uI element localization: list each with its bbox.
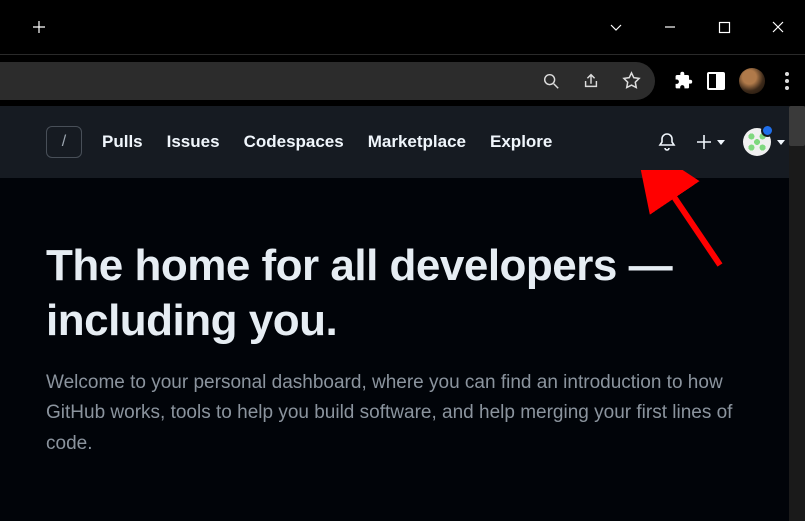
nav-issues[interactable]: Issues [167,132,220,152]
new-tab-button[interactable] [12,7,66,47]
nav-explore[interactable]: Explore [490,132,552,152]
browser-toolbar [0,54,805,106]
github-nav: Pulls Issues Codespaces Marketplace Expl… [102,132,552,152]
notifications-bell-icon[interactable] [657,132,677,152]
bookmark-star-icon[interactable] [621,71,641,91]
close-button[interactable] [751,7,805,47]
search-shortcut-label: / [62,133,66,151]
chevron-down-icon [717,140,725,145]
browser-menu-icon[interactable] [785,72,789,90]
nav-pulls[interactable]: Pulls [102,132,143,152]
nav-marketplace[interactable]: Marketplace [368,132,466,152]
user-menu[interactable] [743,128,785,156]
hero-subtitle: Welcome to your personal dashboard, wher… [46,368,759,459]
search-icon[interactable] [541,71,561,91]
scrollbar-thumb[interactable] [789,106,805,146]
address-bar[interactable] [0,62,655,100]
browser-profile-avatar[interactable] [739,68,765,94]
dashboard-main: The home for all developers — including … [0,178,805,521]
notification-badge [761,124,774,137]
nav-codespaces[interactable]: Codespaces [244,132,344,152]
search-shortcut-badge[interactable]: / [46,126,82,158]
extensions-icon[interactable] [673,71,693,91]
minimize-button[interactable] [643,7,697,47]
share-icon[interactable] [581,71,601,91]
window-titlebar [0,0,805,54]
side-panel-icon[interactable] [707,72,725,90]
github-header: / Pulls Issues Codespaces Marketplace Ex… [0,106,805,178]
create-new-dropdown[interactable] [695,133,725,151]
scrollbar-track[interactable] [789,106,805,521]
maximize-button[interactable] [697,7,751,47]
tabs-chevron-icon[interactable] [589,7,643,47]
chevron-down-icon [777,140,785,145]
hero-title: The home for all developers — including … [46,238,759,348]
